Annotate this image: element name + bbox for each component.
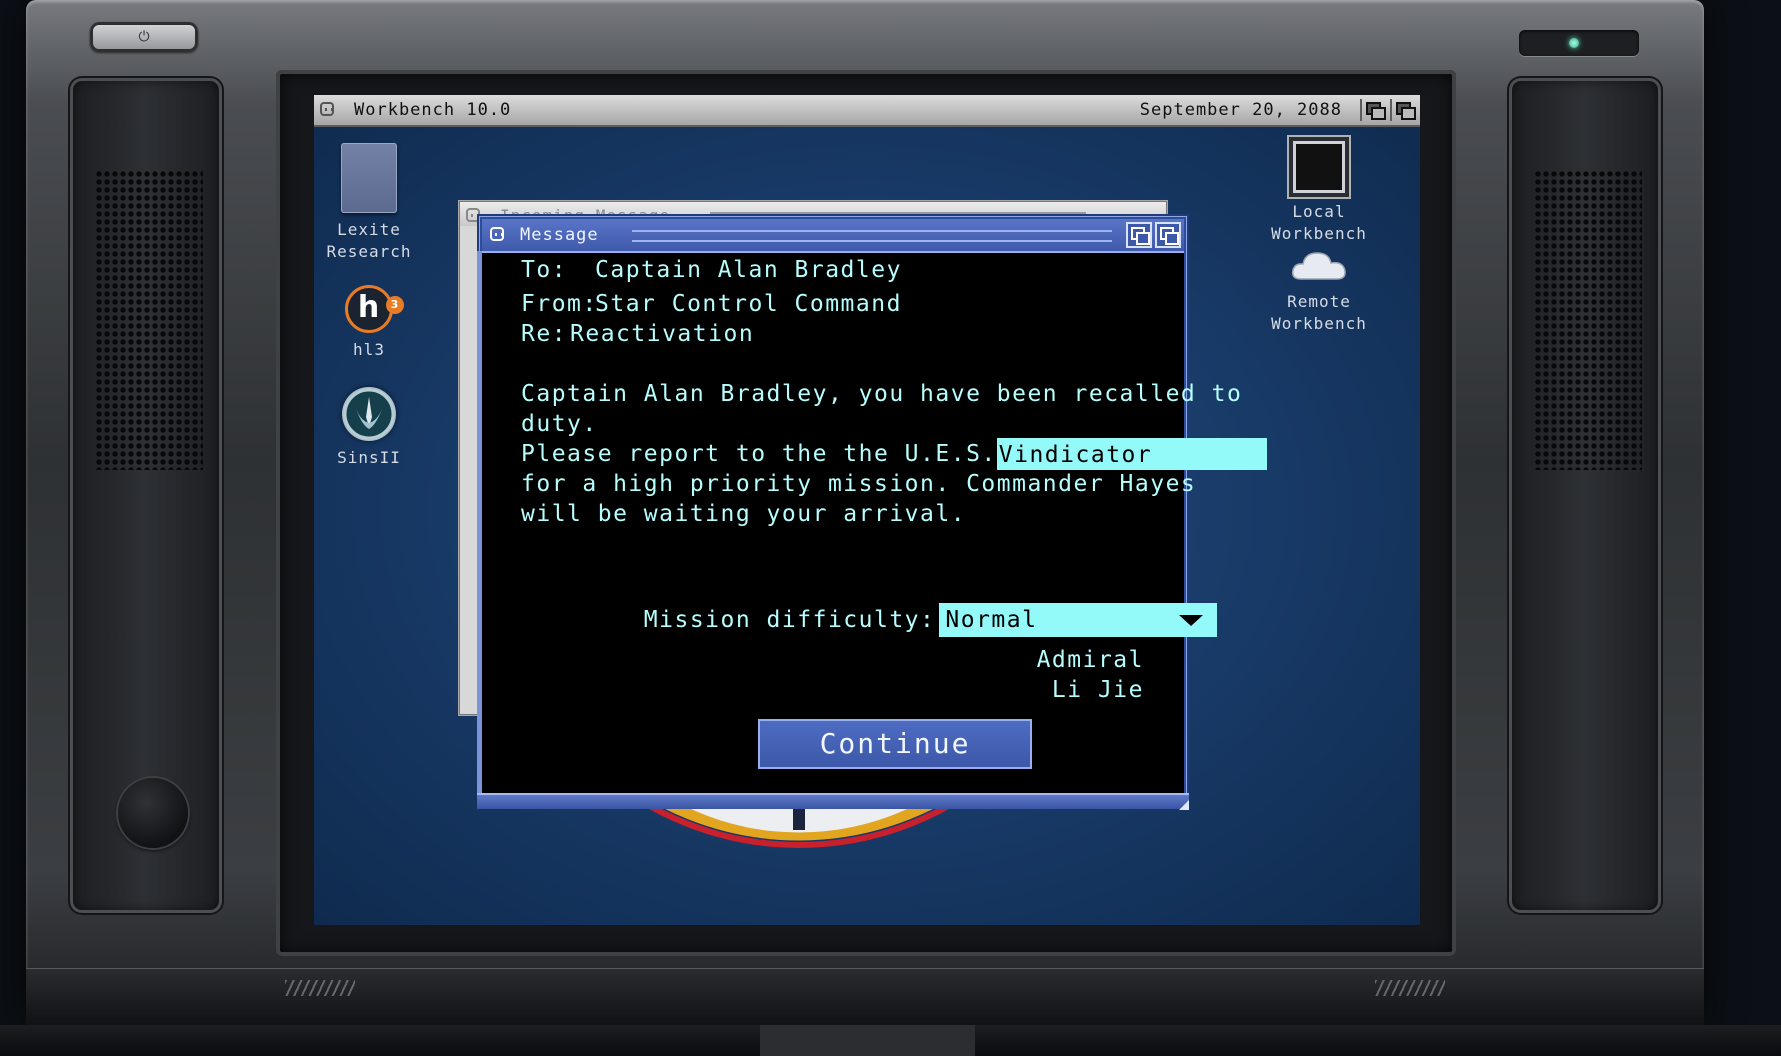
window-menu-icon[interactable] — [466, 208, 480, 222]
re-label: Re: — [521, 321, 568, 347]
message-window[interactable]: Message To: Captain Alan Bradley From:Sta… — [477, 219, 1267, 810]
vent-left — [285, 980, 355, 996]
hl3-badge-letter: h — [357, 290, 381, 325]
desktop-icon-label: hl3 — [353, 340, 385, 359]
desktop-icon-sinsii[interactable]: SinsII — [314, 387, 424, 469]
desktop-icon-label: Lexite Research — [326, 220, 412, 261]
menubar-date: September 20, 2088 — [1139, 100, 1342, 120]
difficulty-dropdown[interactable]: Normal — [939, 603, 1218, 637]
message-paragraph: Captain Alan Bradley, you have been reca… — [521, 377, 1267, 531]
continue-button[interactable]: Continue — [758, 719, 1032, 769]
to-value: Captain Alan Bradley — [595, 257, 902, 283]
desktop-icon-label: Remote Workbench — [1271, 292, 1367, 333]
difficulty-label: Mission difficulty: — [643, 607, 936, 633]
hl3-icon: h3 — [345, 285, 404, 333]
chevron-down-icon — [1179, 615, 1204, 626]
menubar-title: Workbench 10.0 — [354, 100, 512, 120]
workbench-menubar: Workbench 10.0 September 20, 2088 — [314, 95, 1420, 127]
desktop-icon-remote-workbench[interactable]: Remote Workbench — [1264, 245, 1374, 335]
power-icon: ⏻ — [138, 29, 150, 45]
monitor-bottom-lip — [26, 968, 1704, 1027]
vent-right — [1375, 980, 1445, 996]
screen-depth-icon[interactable] — [1360, 99, 1386, 121]
window-left-border — [477, 251, 482, 795]
message-body: To: Captain Alan Bradley From:Star Contro… — [521, 253, 1267, 703]
desktop-icon-label: Local Workbench — [1271, 202, 1367, 243]
workbench-logo-icon[interactable] — [320, 102, 334, 116]
window-zoom-icon[interactable] — [1126, 222, 1152, 248]
from-row: From:Star Control Command — [521, 287, 1144, 321]
desktop-icon-hl3[interactable]: h3 hl3 — [314, 285, 424, 361]
titlebar-rule — [632, 230, 1112, 242]
resize-handle-icon[interactable] — [1179, 800, 1189, 810]
window-depth-icon[interactable] — [1155, 222, 1181, 248]
to-label: To: — [521, 257, 568, 283]
signature: Admiral Li Jie — [1037, 643, 1144, 707]
message-line: will be waiting your arrival. — [521, 501, 967, 527]
message-window-title: Message — [520, 225, 599, 245]
power-button[interactable]: ⏻ — [90, 22, 198, 52]
desktop-icon-label: SinsII — [337, 448, 401, 467]
message-line: Please report to the the U.E.S.Vindicato… — [521, 437, 1267, 471]
desktop-icon-local-workbench[interactable]: Local Workbench — [1264, 139, 1374, 245]
message-line: Captain Alan Bradley, you have been reca… — [521, 381, 1243, 407]
desktop-icon-lexite-research[interactable]: Lexite Research — [314, 135, 424, 263]
left-speaker-panel — [70, 78, 222, 913]
ship-name-field[interactable]: Vindicator — [996, 438, 1267, 470]
signature-name: Li Jie — [1051, 677, 1144, 703]
re-row: Re: Reactivation — [521, 317, 1144, 351]
status-led-strip — [1519, 30, 1639, 56]
to-row: To: Captain Alan Bradley — [521, 253, 1144, 287]
difficulty-row: Mission difficulty: Normal — [521, 569, 1218, 637]
difficulty-value: Normal — [945, 607, 1038, 633]
message-line: duty. — [521, 411, 598, 437]
status-led-icon — [1569, 38, 1579, 48]
volume-knob[interactable] — [118, 778, 188, 848]
speaker-grille — [1534, 170, 1642, 470]
speaker-grille — [95, 170, 203, 470]
message-titlebar[interactable]: Message — [482, 219, 1184, 253]
message-line: for a high priority mission. Commander H… — [521, 471, 1197, 497]
hl3-badge-sup: 3 — [386, 296, 404, 314]
from-value: Star Control Command — [595, 291, 902, 317]
sins-emblem-icon — [342, 387, 396, 441]
message-line-prefix: Please report to the the U.E.S. — [521, 441, 997, 467]
monitor-stand — [760, 1025, 975, 1056]
workbench-screen: Workbench 10.0 September 20, 2088 Lexite… — [314, 95, 1420, 925]
right-speaker-panel — [1509, 78, 1661, 913]
screen-back-icon[interactable] — [1390, 99, 1416, 121]
from-label: From: — [521, 291, 598, 317]
cloud-icon — [1291, 252, 1346, 280]
window-menu-icon[interactable] — [490, 227, 504, 241]
re-value: Reactivation — [570, 321, 755, 347]
drawer-icon — [341, 143, 397, 213]
signature-title: Admiral — [1036, 647, 1144, 673]
window-bottom-bar — [477, 793, 1189, 810]
chip-icon — [1293, 141, 1345, 193]
